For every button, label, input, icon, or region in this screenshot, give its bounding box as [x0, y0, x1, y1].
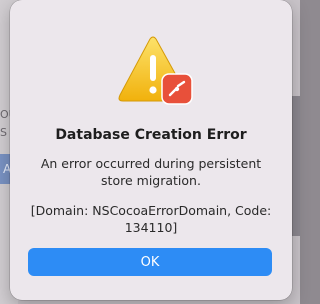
- alert-error-details: [Domain: NSCocoaErrorDomain, Code: 13411…: [30, 203, 272, 235]
- alert-title: Database Creation Error: [55, 127, 247, 143]
- app-badge-icon: [161, 73, 193, 105]
- background-partial-text: S: [0, 126, 7, 139]
- alert-message: An error occurred during persistent stor…: [40, 156, 262, 188]
- warning-icon: [117, 35, 195, 107]
- alert-dialog: Database Creation Error An error occurre…: [10, 0, 292, 300]
- ok-button[interactable]: OK: [28, 248, 272, 276]
